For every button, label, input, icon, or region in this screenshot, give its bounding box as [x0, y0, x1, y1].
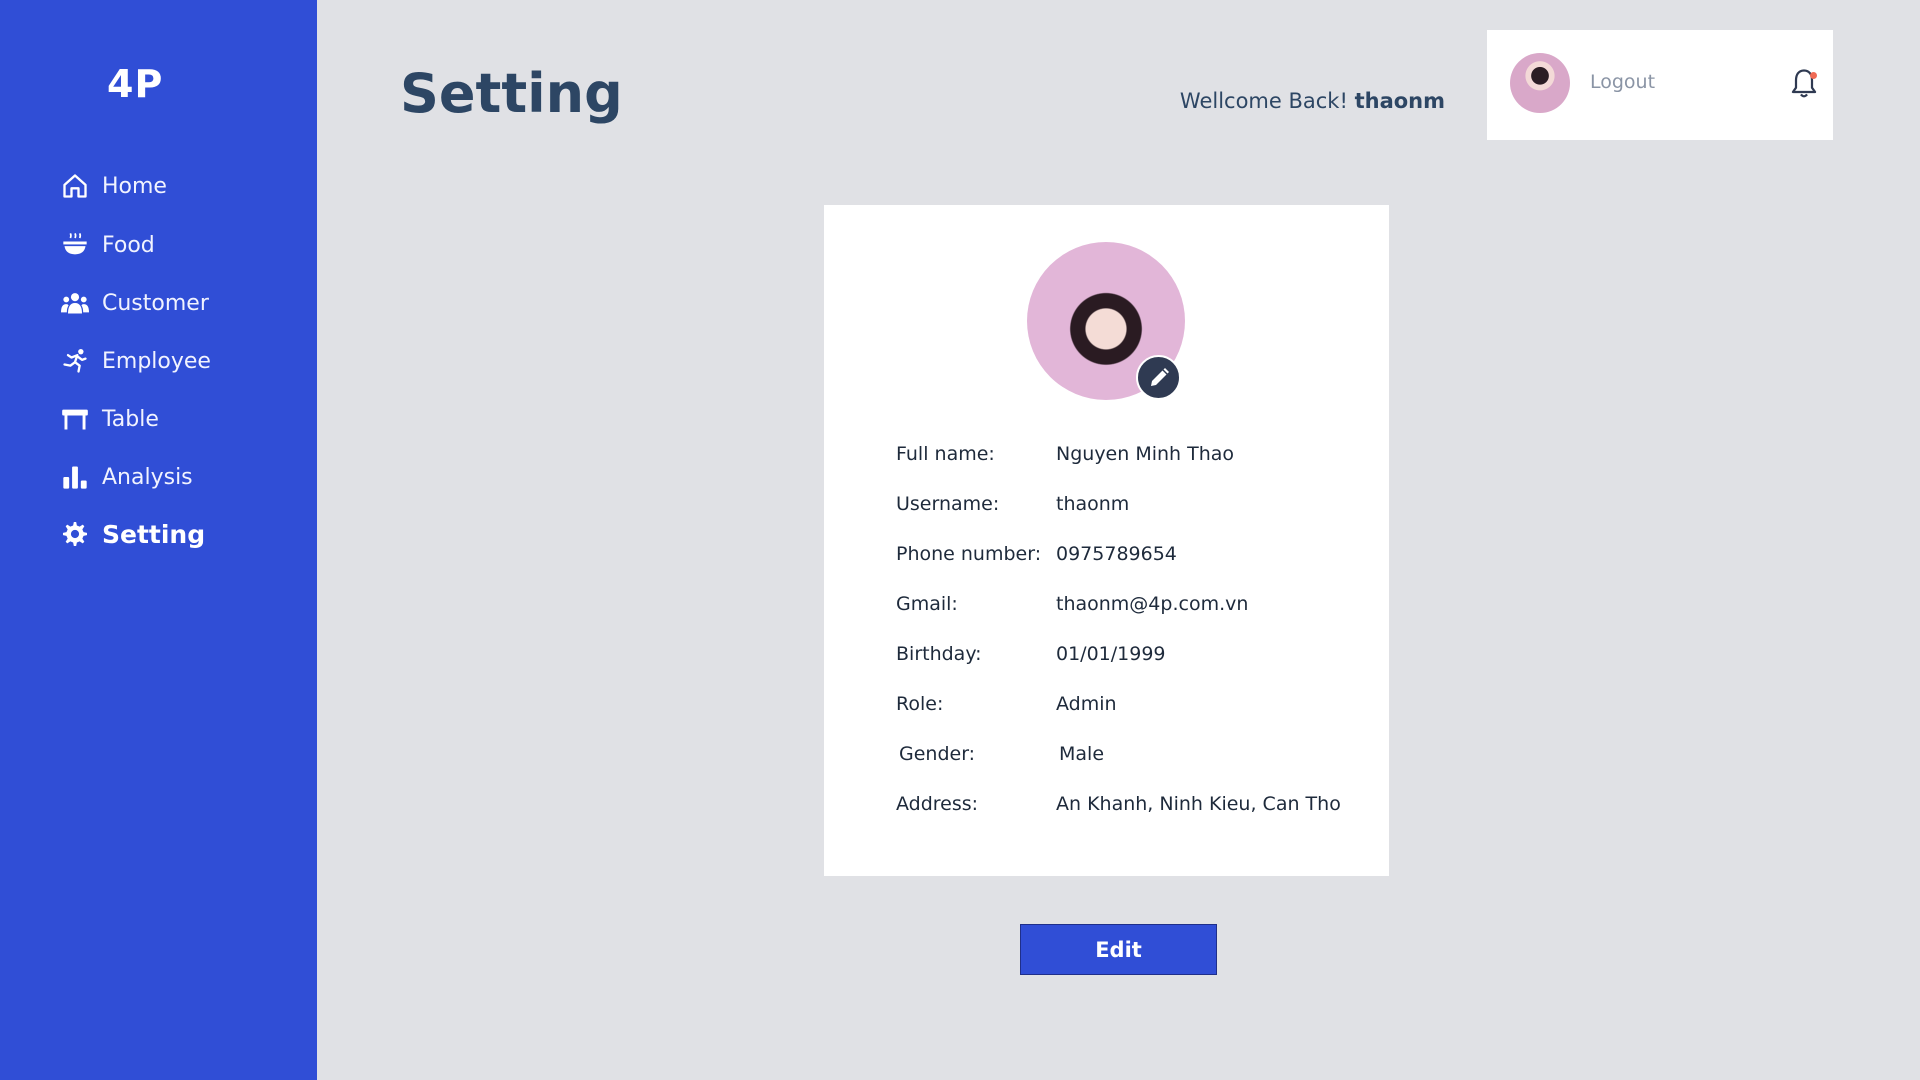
- users-icon: [60, 288, 90, 318]
- avatar[interactable]: [1510, 53, 1570, 113]
- profile-field-birthday: Birthday: 01/01/1999: [896, 639, 1356, 669]
- profile-field-address: Address: An Khanh, Ninh Kieu, Can Tho: [896, 789, 1356, 819]
- app-logo: 4P: [107, 62, 164, 106]
- field-label: Phone number:: [896, 543, 1042, 565]
- edit-photo-button[interactable]: [1136, 355, 1181, 400]
- profile-field-role: Role: Admin: [896, 689, 1356, 719]
- user-menu: Logout: [1487, 30, 1833, 140]
- table-icon: [60, 404, 90, 434]
- edit-button[interactable]: Edit: [1020, 924, 1217, 975]
- field-label: Full name:: [896, 443, 995, 465]
- field-value: 01/01/1999: [1056, 643, 1166, 665]
- welcome-message: Wellcome Back! thaonm: [1180, 89, 1445, 113]
- field-label: Birthday:: [896, 643, 982, 665]
- field-value: thaonm: [1056, 493, 1130, 515]
- sidebar-item-label: Customer: [102, 290, 209, 316]
- welcome-text: Wellcome Back!: [1179, 89, 1348, 113]
- sidebar-item-setting[interactable]: Setting: [60, 514, 205, 554]
- logout-link[interactable]: Logout: [1590, 71, 1655, 93]
- sidebar-item-label: Home: [102, 173, 167, 199]
- sidebar-item-analysis[interactable]: Analysis: [60, 457, 193, 497]
- field-value: thaonm@4p.com.vn: [1056, 593, 1249, 615]
- sidebar-item-label: Setting: [102, 519, 206, 549]
- page-title: Setting: [400, 62, 623, 125]
- sidebar-item-label: Food: [102, 232, 155, 258]
- field-label: Address:: [896, 793, 979, 815]
- field-label: Gmail:: [896, 593, 958, 615]
- food-bowl-icon: [60, 230, 90, 260]
- sidebar-item-employee[interactable]: Employee: [60, 341, 211, 381]
- field-label: Role:: [896, 693, 944, 715]
- running-person-icon: [60, 346, 90, 376]
- sidebar-item-label: Analysis: [102, 464, 193, 490]
- home-icon: [60, 171, 90, 201]
- sidebar-item-customer[interactable]: Customer: [60, 283, 209, 323]
- sidebar-item-table[interactable]: Table: [60, 399, 159, 439]
- sidebar: 4P Home Food Customer Employee Table Ana…: [0, 0, 317, 1080]
- pencil-icon: [1150, 367, 1169, 386]
- field-label: Gender:: [899, 743, 976, 765]
- field-value: Male: [1059, 743, 1105, 765]
- welcome-username: thaonm: [1354, 89, 1445, 113]
- field-value: Admin: [1056, 693, 1117, 715]
- notification-dot: [1810, 72, 1817, 79]
- sidebar-item-home[interactable]: Home: [60, 166, 167, 206]
- sidebar-item-food[interactable]: Food: [60, 225, 155, 265]
- gear-icon: [60, 519, 90, 549]
- profile-field-gender: Gender: Male: [899, 739, 1359, 769]
- profile-card: Full name: Nguyen Minh Thao Username: th…: [824, 205, 1389, 876]
- profile-field-full-name: Full name: Nguyen Minh Thao: [896, 439, 1356, 469]
- bar-chart-icon: [60, 462, 90, 492]
- sidebar-item-label: Table: [102, 406, 159, 432]
- sidebar-item-label: Employee: [102, 348, 211, 374]
- field-value: An Khanh, Ninh Kieu, Can Tho: [1056, 793, 1341, 815]
- field-value: 0975789654: [1056, 543, 1177, 565]
- field-value: Nguyen Minh Thao: [1056, 443, 1235, 465]
- profile-field-username: Username: thaonm: [896, 489, 1356, 519]
- profile-field-phone: Phone number: 0975789654: [896, 539, 1356, 569]
- profile-field-gmail: Gmail: thaonm@4p.com.vn: [896, 589, 1356, 619]
- field-label: Username:: [896, 493, 1000, 515]
